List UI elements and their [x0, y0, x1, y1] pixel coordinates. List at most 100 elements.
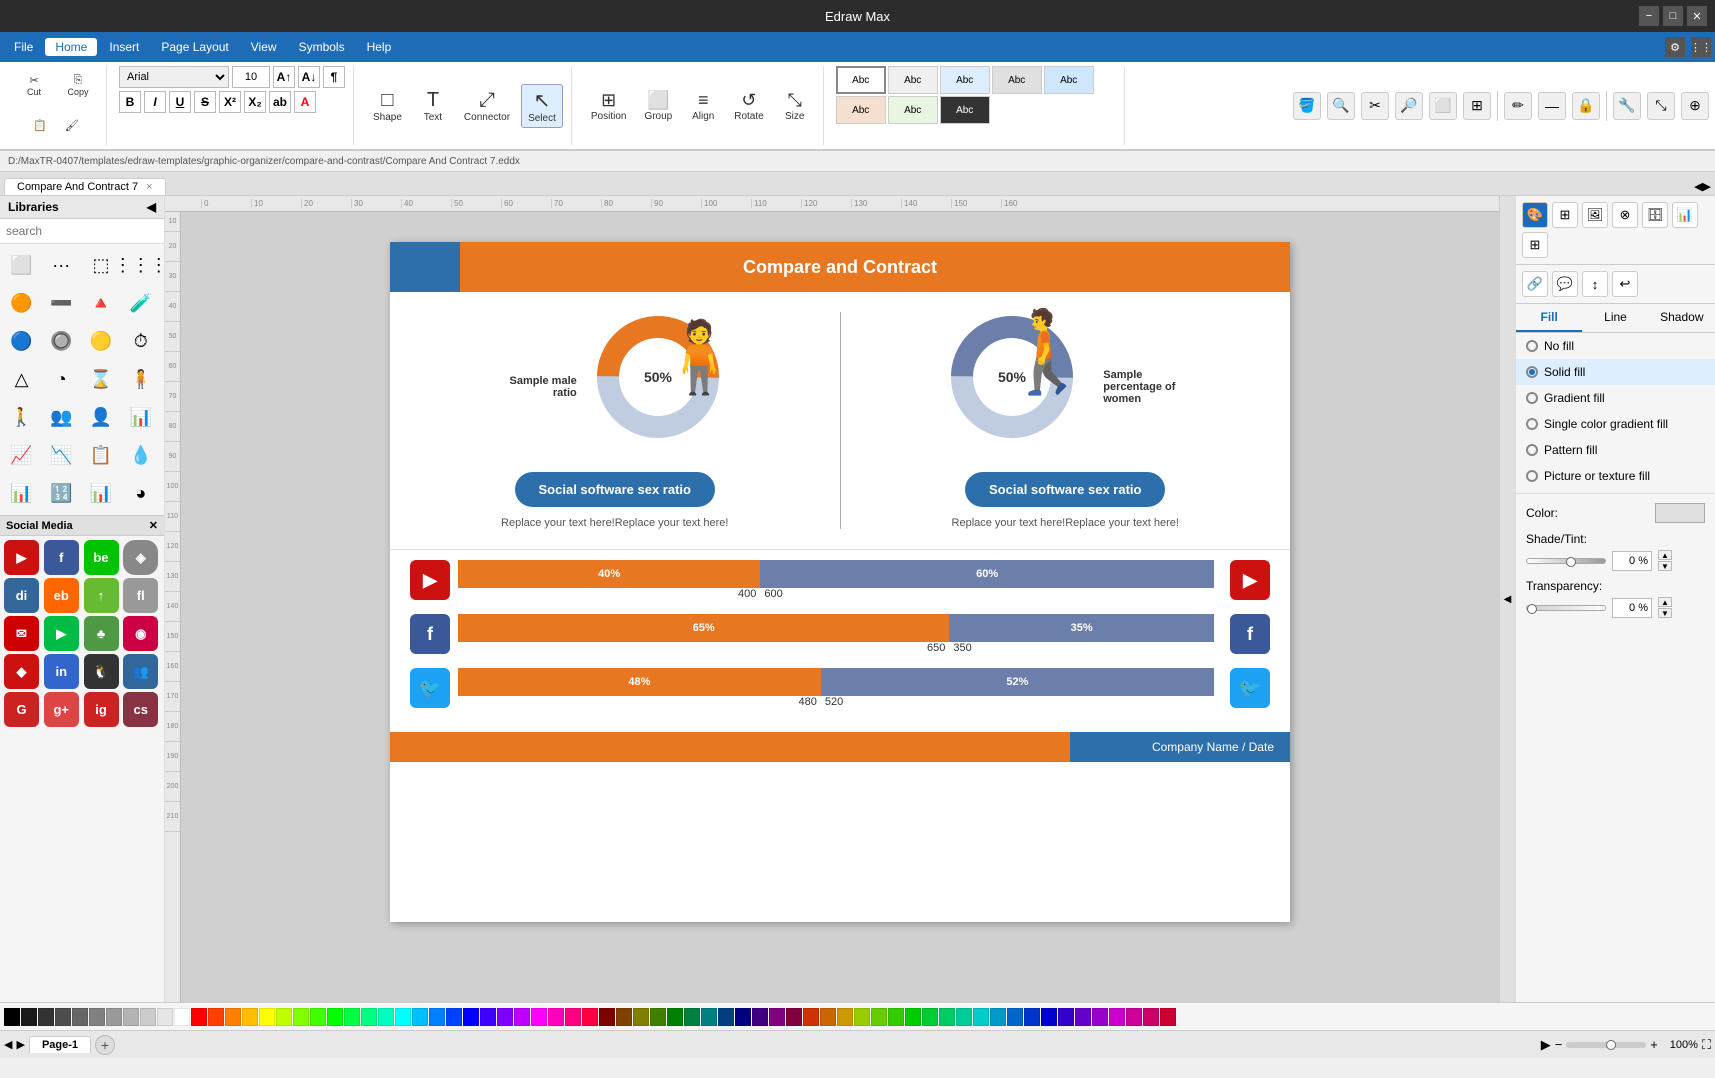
list-item[interactable]: 👤	[84, 400, 119, 435]
wrench-icon[interactable]: 🔧	[1613, 92, 1641, 120]
list-item[interactable]: 📋	[84, 438, 119, 473]
rotate-button[interactable]: ↺ Rotate	[727, 86, 770, 126]
minimize-button[interactable]: −	[1639, 6, 1659, 26]
nav-right-icon[interactable]: ▶	[16, 1038, 24, 1051]
shade-down-btn[interactable]: ▼	[1658, 561, 1672, 571]
palette-color-swatch[interactable]	[650, 1008, 666, 1026]
list-item[interactable]: ♣	[84, 616, 119, 651]
list-item[interactable]: 💧	[123, 438, 158, 473]
palette-color-swatch[interactable]	[633, 1008, 649, 1026]
paste-button[interactable]: 📋	[26, 116, 54, 135]
palette-color-swatch[interactable]	[1160, 1008, 1176, 1026]
list-item[interactable]: ✉	[4, 616, 39, 651]
menu-help[interactable]: Help	[357, 38, 402, 56]
palette-color-swatch[interactable]	[89, 1008, 105, 1026]
frame-icon[interactable]: ⬜	[1429, 92, 1457, 120]
superscript-button[interactable]: X²	[219, 91, 241, 113]
list-item[interactable]: ◉	[123, 616, 158, 651]
list-item[interactable]: ⬜	[4, 248, 39, 283]
palette-color-swatch[interactable]	[310, 1008, 326, 1026]
list-item[interactable]: 👥	[44, 400, 79, 435]
palette-color-swatch[interactable]	[701, 1008, 717, 1026]
transparency-slider[interactable]	[1526, 605, 1606, 611]
canvas-area[interactable]: 0 10 20 30 40 50 60 70 80 90 100 110 120…	[165, 196, 1499, 1002]
palette-color-swatch[interactable]	[1041, 1008, 1057, 1026]
canvas-page[interactable]: Compare and Contract Sample male ratio	[390, 242, 1290, 922]
table-icon[interactable]: ⊞	[1463, 92, 1491, 120]
right-social-btn[interactable]: Social software sex ratio	[965, 472, 1165, 507]
palette-color-swatch[interactable]	[837, 1008, 853, 1026]
palette-color-swatch[interactable]	[446, 1008, 462, 1026]
palette-color-swatch[interactable]	[1007, 1008, 1023, 1026]
quick-style-3[interactable]: Abc	[940, 66, 990, 94]
palette-color-swatch[interactable]	[378, 1008, 394, 1026]
subscript-button[interactable]: X₂	[244, 91, 266, 113]
list-item[interactable]: ➖	[44, 286, 79, 321]
palette-color-swatch[interactable]	[174, 1008, 190, 1026]
shade-thumb[interactable]	[1566, 557, 1576, 567]
list-item[interactable]: 🧪	[123, 286, 158, 321]
palette-color-swatch[interactable]	[429, 1008, 445, 1026]
list-item[interactable]: ◆	[4, 654, 39, 689]
quick-style-6[interactable]: Abc	[836, 96, 886, 124]
fill-solid[interactable]: Solid fill	[1516, 359, 1715, 385]
palette-color-swatch[interactable]	[242, 1008, 258, 1026]
list-item[interactable]: ···	[44, 248, 79, 283]
palette-color-swatch[interactable]	[905, 1008, 921, 1026]
db-btn[interactable]: 🗄	[1642, 202, 1668, 228]
fill-icon-btn[interactable]: 🎨	[1522, 202, 1548, 228]
palette-color-swatch[interactable]	[718, 1008, 734, 1026]
grid-view-btn[interactable]: ⊞	[1552, 202, 1578, 228]
shape-button[interactable]: □ Shape	[366, 85, 409, 127]
list-item[interactable]: ◔	[44, 362, 79, 397]
pen-icon[interactable]: ✏	[1504, 92, 1532, 120]
list-item[interactable]: 🐧	[84, 654, 119, 689]
palette-color-swatch[interactable]	[4, 1008, 20, 1026]
palette-color-swatch[interactable]	[1024, 1008, 1040, 1026]
list-item[interactable]: G	[4, 692, 39, 727]
palette-color-swatch[interactable]	[854, 1008, 870, 1026]
list-item[interactable]: 📊	[84, 476, 119, 511]
palette-color-swatch[interactable]	[1143, 1008, 1159, 1026]
palette-color-swatch[interactable]	[123, 1008, 139, 1026]
palette-color-swatch[interactable]	[531, 1008, 547, 1026]
shade-slider[interactable]	[1526, 558, 1606, 564]
line-style-icon[interactable]: —	[1538, 92, 1566, 120]
palette-color-swatch[interactable]	[990, 1008, 1006, 1026]
palette-color-swatch[interactable]	[956, 1008, 972, 1026]
transparency-thumb[interactable]	[1527, 604, 1537, 614]
palette-color-swatch[interactable]	[208, 1008, 224, 1026]
palette-color-swatch[interactable]	[548, 1008, 564, 1026]
close-button[interactable]: ✕	[1687, 6, 1707, 26]
list-item[interactable]: di	[4, 578, 39, 613]
list-item[interactable]: f	[44, 540, 79, 575]
palette-color-swatch[interactable]	[344, 1008, 360, 1026]
strikethrough-button[interactable]: S	[194, 91, 216, 113]
palette-color-swatch[interactable]	[752, 1008, 768, 1026]
fullscreen-icon[interactable]: ⛶	[1702, 1037, 1711, 1053]
wrap-btn[interactable]: ↩	[1612, 271, 1638, 297]
palette-color-swatch[interactable]	[497, 1008, 513, 1026]
collapse-right-panel[interactable]: ◀	[1499, 196, 1515, 1002]
text-button[interactable]: T Text	[413, 85, 453, 127]
palette-color-swatch[interactable]	[293, 1008, 309, 1026]
palette-color-swatch[interactable]	[973, 1008, 989, 1026]
close-section-icon[interactable]: ✕	[149, 519, 158, 532]
menu-file[interactable]: File	[4, 38, 43, 56]
panel-toggle[interactable]: ◀▶	[1694, 180, 1711, 195]
palette-color-swatch[interactable]	[21, 1008, 37, 1026]
palette-color-swatch[interactable]	[1075, 1008, 1091, 1026]
list-item[interactable]: ig	[84, 692, 119, 727]
palette-color-swatch[interactable]	[684, 1008, 700, 1026]
copy-button[interactable]: ⎘Copy	[58, 70, 98, 101]
zoom-icon[interactable]: 🔎	[1395, 92, 1423, 120]
palette-color-swatch[interactable]	[599, 1008, 615, 1026]
fill-pattern[interactable]: Pattern fill	[1516, 437, 1715, 463]
quick-style-4[interactable]: Abc	[992, 66, 1042, 94]
size-button[interactable]: ⤡ Size	[775, 86, 815, 126]
list-item[interactable]: ⏱	[123, 324, 158, 359]
font-grow-button[interactable]: A↑	[273, 66, 295, 88]
search-input[interactable]	[6, 224, 161, 238]
list-item[interactable]: 📈	[4, 438, 39, 473]
palette-color-swatch[interactable]	[225, 1008, 241, 1026]
